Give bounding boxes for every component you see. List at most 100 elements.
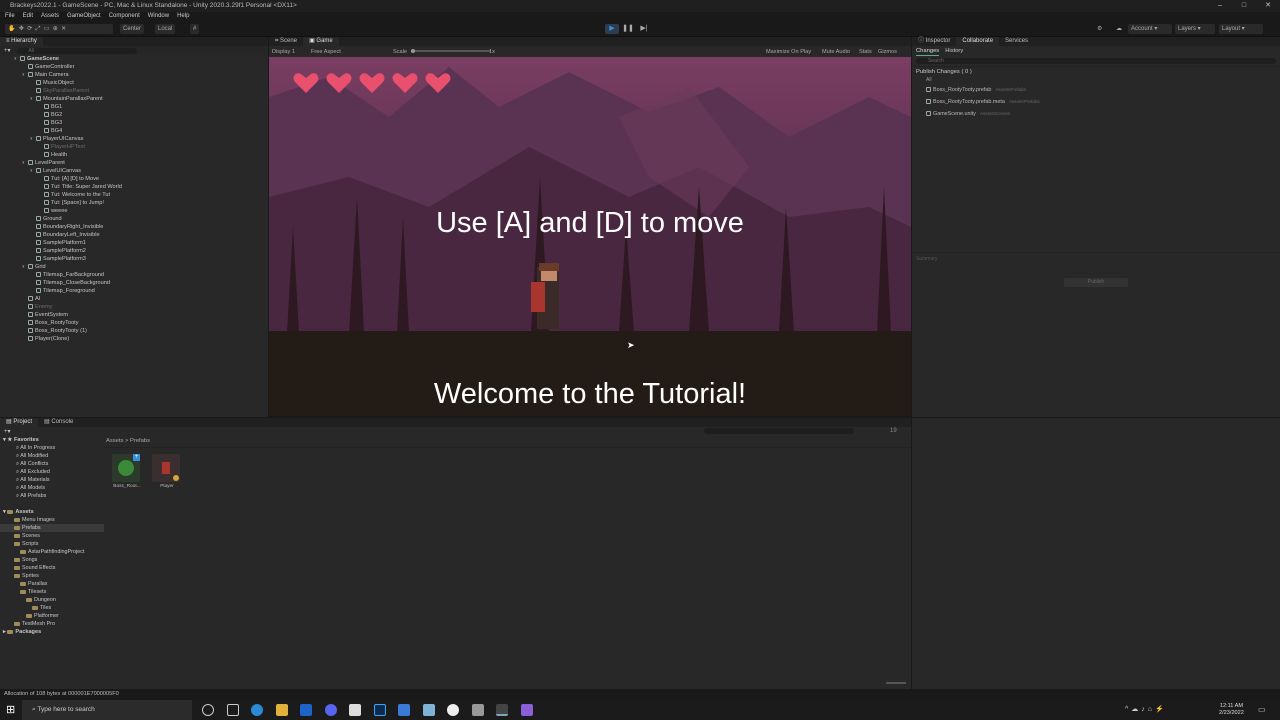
- hierarchy-item[interactable]: ▾ LevelParent: [0, 159, 65, 167]
- app2-icon[interactable]: [472, 704, 484, 716]
- clock[interactable]: 12:11 AM 2/23/2022: [1219, 703, 1244, 717]
- unity-hub-icon[interactable]: [349, 704, 361, 716]
- create-button[interactable]: +▾: [4, 428, 11, 435]
- tab-project[interactable]: ▤ Project: [0, 418, 39, 427]
- hierarchy-item[interactable]: ▾ PlayerUICanvas: [0, 135, 83, 143]
- hierarchy-item[interactable]: Tut: Welcome to the Tut: [0, 191, 110, 199]
- hierarchy-item[interactable]: MusicObject: [0, 79, 74, 87]
- move-tool-icon[interactable]: ✥: [19, 26, 24, 32]
- folder-item[interactable]: Menu Images: [0, 516, 104, 524]
- folder-item[interactable]: Tiles: [0, 604, 104, 612]
- menu-file[interactable]: File: [5, 12, 15, 21]
- hierarchy-item[interactable]: BG4: [0, 127, 62, 135]
- add-button[interactable]: +▾: [4, 47, 11, 54]
- chrome-icon[interactable]: [447, 704, 459, 716]
- tab-scene[interactable]: ⌗ Scene: [269, 37, 303, 46]
- packages-root[interactable]: ▸ Packages: [0, 628, 104, 636]
- hierarchy-item[interactable]: Tut: Title: Super Jared World: [0, 183, 122, 191]
- collab-icon[interactable]: ⚙: [1094, 24, 1105, 34]
- scale-slider[interactable]: [411, 49, 491, 53]
- hierarchy-item[interactable]: BoundaryRight_Invisible: [0, 223, 103, 231]
- maximize-on-play-toggle[interactable]: Maximize On Play: [766, 49, 811, 55]
- mute-audio-toggle[interactable]: Mute Audio: [822, 49, 850, 55]
- rect-tool-icon[interactable]: ▭: [44, 26, 50, 32]
- changed-file-row[interactable]: GameScene.unity Assets\Scenes: [912, 108, 1280, 120]
- publish-button[interactable]: Publish: [1064, 278, 1128, 287]
- favorite-item[interactable]: ⌕ All Models: [0, 484, 104, 492]
- taskbar-search[interactable]: ⌕ Type here to search: [22, 700, 192, 720]
- hierarchy-item[interactable]: Tut: [A] [D] to Move: [0, 175, 99, 183]
- collab-search-input[interactable]: Search: [916, 58, 1276, 64]
- tab-hierarchy[interactable]: ≡ Hierarchy: [0, 37, 43, 46]
- folder-item[interactable]: Dungeon: [0, 596, 104, 604]
- tab-collaborate[interactable]: Collaborate: [956, 37, 1000, 46]
- favorite-item[interactable]: ⌕ All Conflicts: [0, 460, 104, 468]
- hierarchy-search[interactable]: All: [16, 47, 137, 54]
- asset-boss-prefab[interactable]: + Boss_Root...: [112, 454, 142, 489]
- changed-file-row[interactable]: Boss_RootyTooty.prefab.meta Assets\Prefab…: [912, 96, 1280, 108]
- menu-component[interactable]: Component: [109, 12, 140, 21]
- hierarchy-item[interactable]: BoundaryLeft_Invisible: [0, 231, 100, 239]
- folder-item[interactable]: Scenes: [0, 532, 104, 540]
- summary-field[interactable]: Summary: [912, 252, 1280, 268]
- tab-services[interactable]: Services: [999, 37, 1034, 46]
- folder-item[interactable]: TextMesh Pro: [0, 620, 104, 628]
- zoom-slider[interactable]: [886, 682, 906, 684]
- favorite-item[interactable]: ⌕ All Prefabs: [0, 492, 104, 500]
- hierarchy-item[interactable]: SamplePlatform2: [0, 247, 86, 255]
- grid-snap-button[interactable]: #: [190, 24, 200, 34]
- custom-tool-icon[interactable]: ✕: [61, 26, 66, 32]
- folder-item[interactable]: Scripts: [0, 540, 104, 548]
- unity-editor-icon[interactable]: [496, 704, 508, 716]
- account-dropdown[interactable]: Account ▾: [1128, 24, 1172, 34]
- rotate-tool-icon[interactable]: ⟳: [27, 26, 32, 32]
- minimize-button[interactable]: –: [1208, 0, 1232, 12]
- space-toggle[interactable]: Local: [155, 24, 176, 34]
- layout-dropdown[interactable]: Layout ▾: [1219, 24, 1263, 34]
- favorite-item[interactable]: ⌕ All Modified: [0, 452, 104, 460]
- hierarchy-item[interactable]: ▾ Grid: [0, 263, 46, 271]
- folder-item[interactable]: Parallax: [0, 580, 104, 588]
- hierarchy-item[interactable]: Enemy: [0, 303, 52, 311]
- menu-edit[interactable]: Edit: [23, 12, 33, 21]
- hierarchy-item[interactable]: ▾ Main Camera: [0, 71, 69, 79]
- file-explorer-icon[interactable]: [276, 704, 288, 716]
- cortana-icon[interactable]: [202, 704, 214, 716]
- discord-icon[interactable]: [325, 704, 337, 716]
- hierarchy-item[interactable]: Tilemap_FarBackground: [0, 271, 104, 279]
- hierarchy-item[interactable]: PlayerHPText: [0, 143, 85, 151]
- hierarchy-item[interactable]: Ground: [0, 215, 62, 223]
- mail-icon[interactable]: [398, 704, 410, 716]
- favorite-item[interactable]: ⌕ All Excluded: [0, 468, 104, 476]
- folder-item[interactable]: Prefabs: [0, 524, 104, 532]
- breadcrumb-assets[interactable]: Assets: [106, 438, 123, 444]
- hierarchy-item[interactable]: Tut: [Space] to Jump!: [0, 199, 104, 207]
- tab-console[interactable]: ▤ Console: [38, 418, 79, 427]
- display-dropdown[interactable]: Display 1: [272, 49, 295, 55]
- windows-start-icon[interactable]: ⊞: [6, 704, 15, 716]
- aspect-dropdown[interactable]: Free Aspect: [311, 49, 341, 55]
- hierarchy-item[interactable]: weeee: [0, 207, 67, 215]
- stats-toggle[interactable]: Stats: [859, 49, 872, 55]
- edge-icon[interactable]: [251, 704, 263, 716]
- breadcrumb-prefabs[interactable]: Prefabs: [130, 438, 150, 444]
- hierarchy-item[interactable]: ▾ LevelUICanvas: [0, 167, 81, 175]
- tab-game[interactable]: ▣ Game: [303, 37, 339, 46]
- close-button[interactable]: ✕: [1256, 0, 1280, 12]
- menu-help[interactable]: Help: [177, 12, 189, 21]
- tab-history[interactable]: History: [945, 46, 963, 56]
- hierarchy-item[interactable]: AI: [0, 295, 40, 303]
- favorite-item[interactable]: ⌕ All In Progress: [0, 444, 104, 452]
- changed-file-row[interactable]: Boss_RootyTooty.prefab Assets\Prefabs: [912, 84, 1280, 96]
- transform-tool-icon[interactable]: ⊕: [53, 26, 58, 32]
- hierarchy-item[interactable]: Boss_RootyTooty: [0, 319, 79, 327]
- favorites-header[interactable]: ▾ ★ Favorites: [0, 436, 104, 444]
- project-search-input[interactable]: [704, 428, 854, 434]
- menu-assets[interactable]: Assets: [41, 12, 59, 21]
- layers-dropdown[interactable]: Layers ▾: [1175, 24, 1215, 34]
- gizmos-dropdown[interactable]: Gizmos: [878, 49, 897, 55]
- folder-item[interactable]: Sprites: [0, 572, 104, 580]
- hierarchy-item[interactable]: Player(Clone): [0, 335, 69, 343]
- hierarchy-item[interactable]: BG1: [0, 103, 62, 111]
- folder-item[interactable]: AstarPathfindingProject: [0, 548, 104, 556]
